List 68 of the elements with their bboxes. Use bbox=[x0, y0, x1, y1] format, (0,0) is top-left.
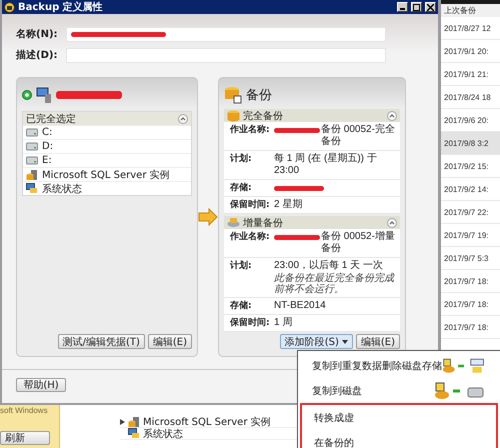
list-item[interactable]: Microsoft SQL Server 实例 bbox=[23, 167, 191, 181]
copy-to-disk-icon bbox=[434, 382, 486, 400]
menu-item[interactable]: 复制到重复数据删除磁盘存储 bbox=[300, 353, 498, 378]
field-label: 保留时间: bbox=[230, 317, 271, 329]
field-label: 计划: bbox=[230, 260, 253, 272]
help-button[interactable]: 帮助(H) bbox=[16, 378, 66, 392]
refresh-button[interactable]: 刷新 bbox=[0, 431, 50, 445]
field-label: 作业名称: bbox=[230, 231, 271, 243]
window-title: Backup 定义属性 bbox=[18, 0, 104, 14]
field-label: 存储: bbox=[230, 182, 253, 194]
menu-item[interactable]: 转换成虚 bbox=[300, 405, 498, 430]
monitor-icon bbox=[26, 183, 38, 194]
database-server-icon bbox=[128, 416, 140, 428]
database-icon bbox=[227, 110, 240, 122]
input-field[interactable] bbox=[66, 26, 386, 42]
collapse-icon[interactable] bbox=[387, 218, 397, 228]
field-label: 作业名称: bbox=[230, 124, 271, 136]
collapse-icon[interactable] bbox=[387, 110, 397, 120]
monitor-icon bbox=[128, 428, 140, 439]
add-stage-button[interactable]: 添加阶段(S) bbox=[280, 334, 353, 349]
panel-title: 备份 bbox=[246, 87, 272, 104]
arrow-icon bbox=[198, 208, 218, 226]
maximize-icon bbox=[413, 4, 420, 10]
close-icon bbox=[427, 4, 434, 10]
section-title: 增量备份 bbox=[243, 216, 284, 230]
field-label: 保留时间: bbox=[230, 199, 271, 211]
section-title: 完全备份 bbox=[243, 110, 284, 122]
input-field[interactable] bbox=[66, 48, 386, 62]
computer-icon bbox=[36, 87, 52, 103]
field-value: 23:00，以后每 1 天 一次 bbox=[274, 260, 383, 272]
edit-button[interactable]: 编辑(E) bbox=[356, 334, 400, 349]
schedule-note: 此备份在最近完全备份完成前将不会运行。 bbox=[274, 273, 396, 295]
list-header: 已完全选定 bbox=[26, 112, 76, 126]
disk-icon bbox=[227, 217, 240, 228]
field-value: 备份 00052-完全备份 bbox=[321, 124, 396, 148]
minimize-button[interactable] bbox=[397, 2, 408, 12]
drive-icon bbox=[26, 142, 38, 151]
database-icon bbox=[224, 86, 242, 104]
list-item[interactable]: E: bbox=[23, 153, 191, 167]
field-value: 2 星期 bbox=[274, 199, 302, 211]
drive-icon bbox=[26, 156, 38, 165]
app-icon bbox=[4, 2, 15, 12]
copy-to-storage-icon bbox=[442, 356, 486, 374]
field-label: 存储: bbox=[230, 300, 253, 312]
menu-item[interactable]: 在备份的 bbox=[300, 430, 498, 448]
field-value: NT-BE2014 bbox=[274, 300, 326, 312]
list-item[interactable]: 系统状态 bbox=[23, 181, 191, 195]
edit-button[interactable]: 编辑(E) bbox=[148, 334, 192, 349]
field-label: 描述(D): bbox=[16, 48, 58, 62]
list-item[interactable]: D: bbox=[23, 139, 191, 153]
field-label: 名称(N): bbox=[16, 28, 59, 41]
collapse-icon[interactable] bbox=[178, 114, 188, 124]
column-header[interactable]: 上次备份 bbox=[441, 0, 500, 17]
field-label: 计划: bbox=[230, 153, 253, 165]
close-button[interactable] bbox=[425, 2, 436, 12]
drive-icon bbox=[26, 128, 38, 137]
sidebar-text: soft Windows bbox=[0, 406, 49, 416]
field-value: 每 1 周 (在 (星期五)) 于 23:00 bbox=[274, 153, 378, 177]
expand-icon[interactable] bbox=[120, 418, 125, 424]
field-value: 备份 00052-增量备份 bbox=[321, 231, 396, 255]
field-value: 1 周 bbox=[274, 317, 292, 329]
database-server-icon bbox=[26, 168, 38, 180]
list-item[interactable]: C: bbox=[23, 125, 191, 139]
status-icon bbox=[22, 90, 32, 100]
menu-item[interactable]: 复制到磁盘 bbox=[300, 378, 498, 403]
credentials-button[interactable]: 测试/编辑凭据(T) bbox=[58, 334, 145, 349]
maximize-button[interactable] bbox=[411, 2, 422, 12]
table-row[interactable]: 2017/9/8 3:2 bbox=[441, 132, 500, 155]
